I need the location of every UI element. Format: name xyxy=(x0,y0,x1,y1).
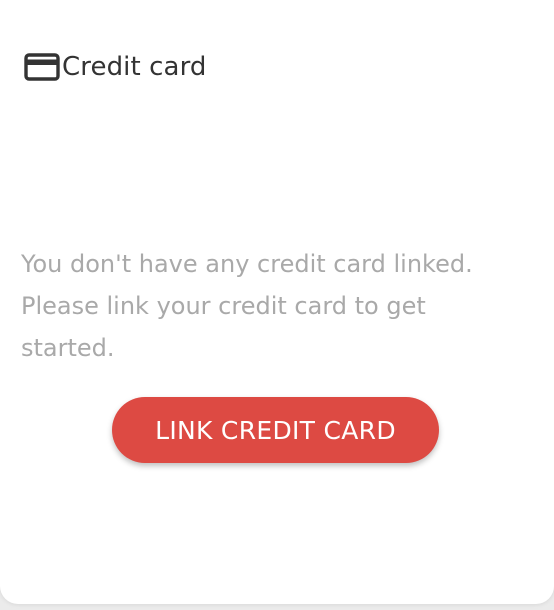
credit-card-icon xyxy=(24,52,60,82)
empty-state-message: You don't have any credit card linked. P… xyxy=(21,250,473,362)
panel-header: Credit card xyxy=(24,50,207,84)
link-credit-card-button[interactable]: LINK CREDIT CARD xyxy=(112,397,439,463)
credit-card-panel: Credit card You don't have any credit ca… xyxy=(0,0,554,604)
panel-title: Credit card xyxy=(62,52,207,82)
